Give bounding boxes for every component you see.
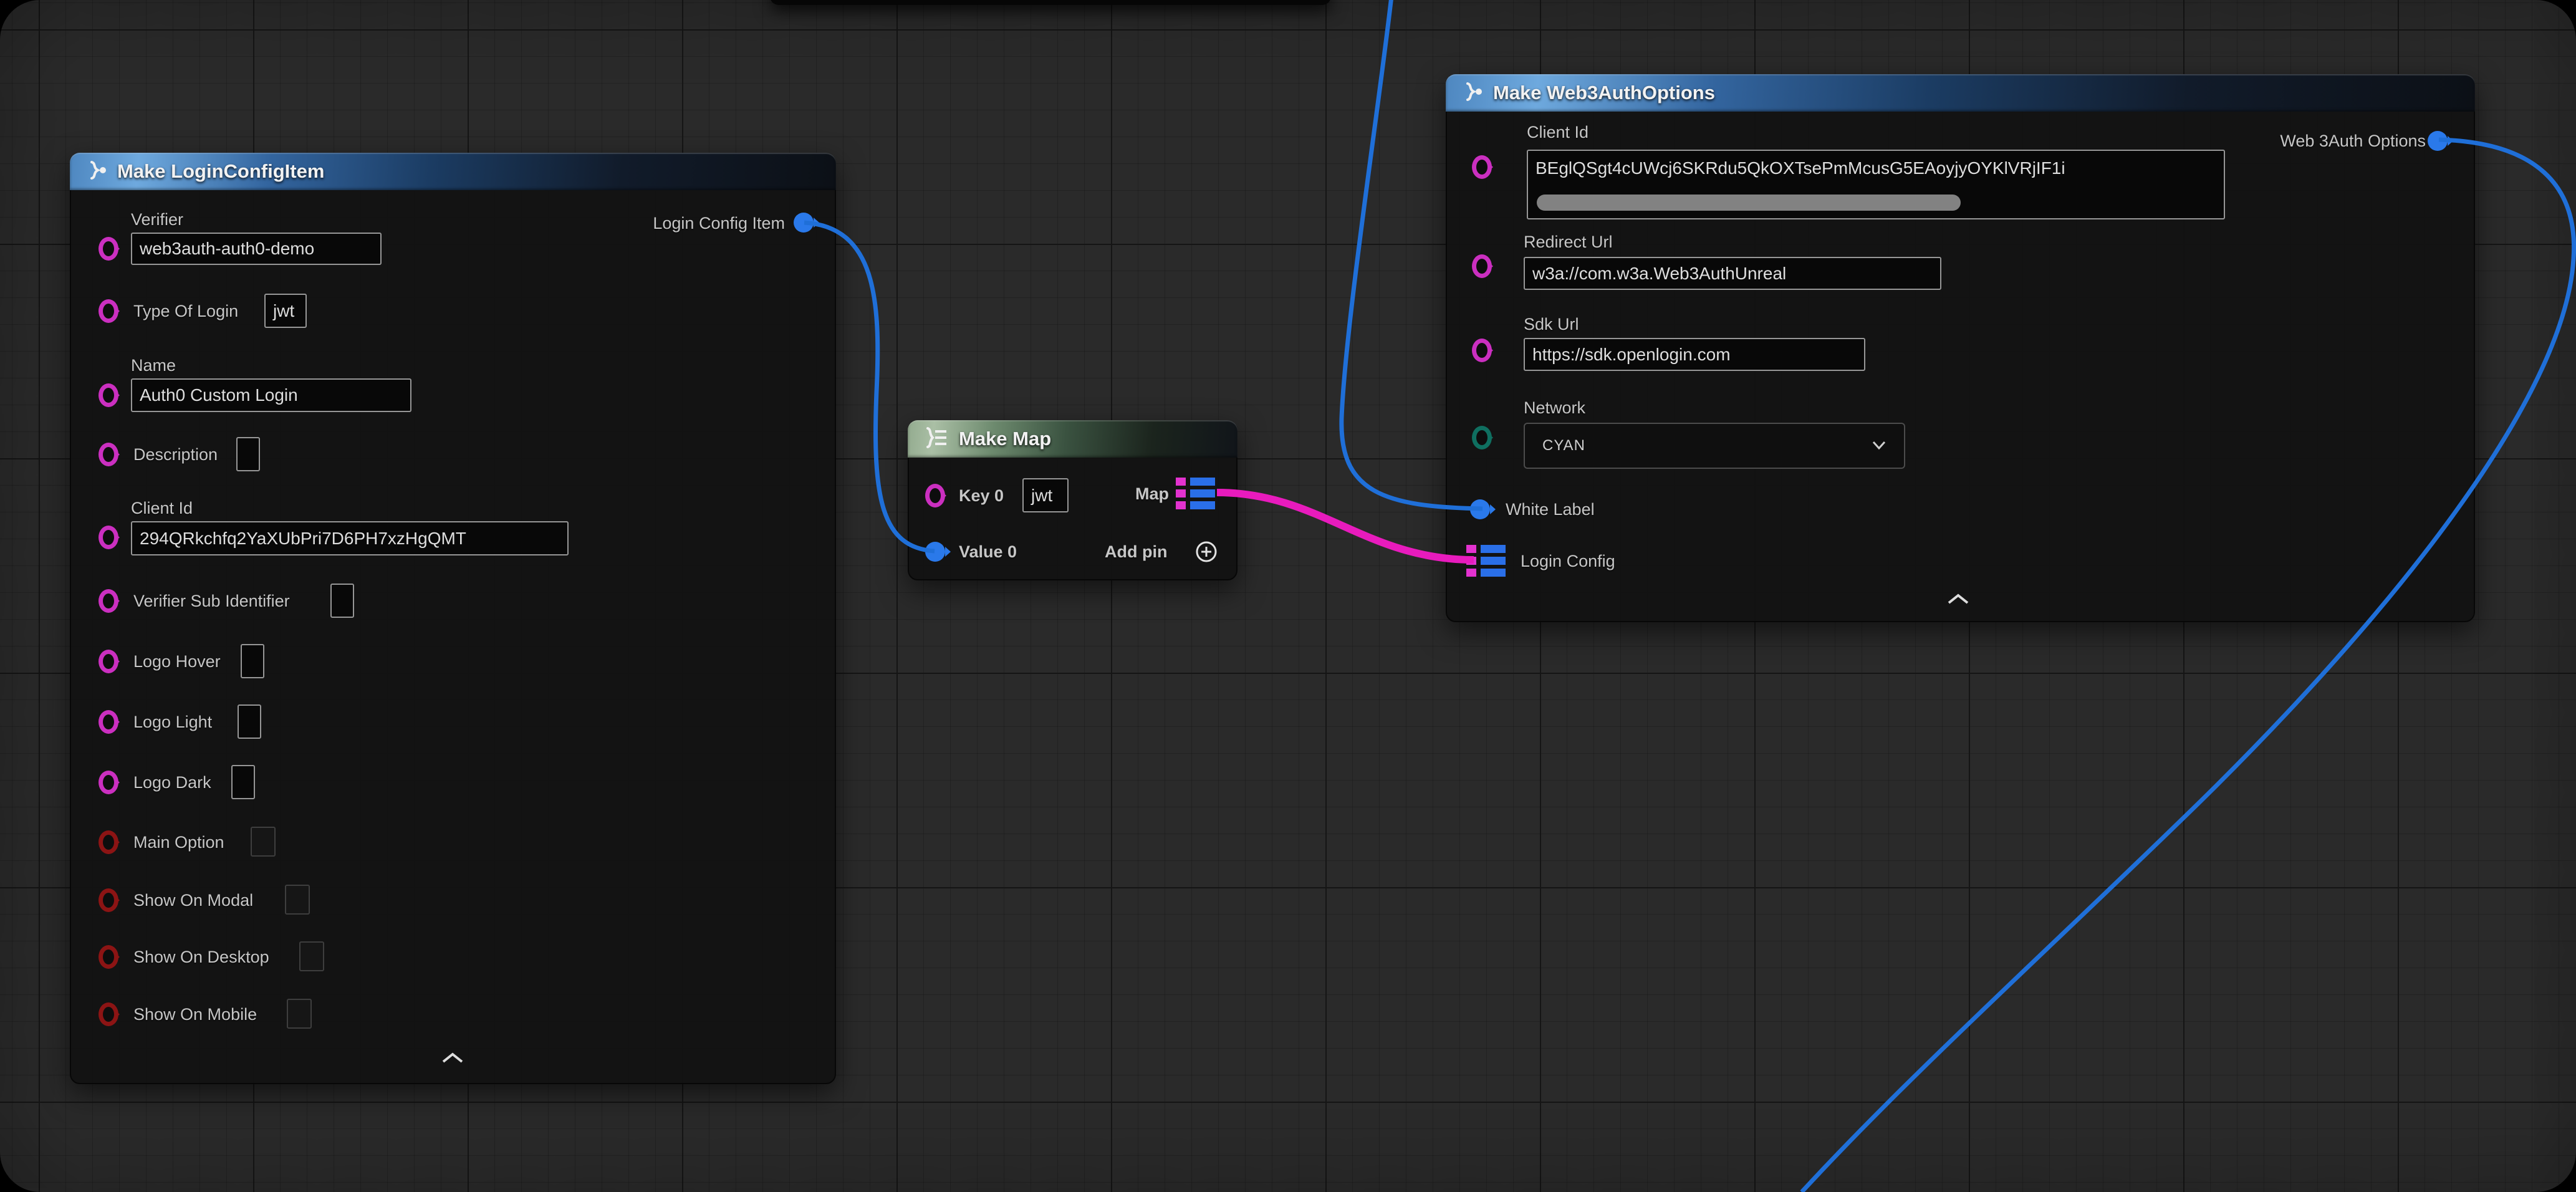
add-pin-button[interactable] [1193, 539, 1219, 568]
verifier-sub-identifier-input[interactable] [330, 584, 354, 618]
pin-network[interactable] [1472, 426, 1492, 449]
pin-label-main-option: Main Option [133, 830, 224, 854]
node-title: Make LoginConfigItem [117, 160, 324, 183]
pin-label-web3auth-options: Web 3Auth Options [2280, 129, 2426, 153]
chevron-down-icon [1872, 437, 1886, 454]
pin-label-name: Name [131, 353, 176, 377]
show-on-modal-checkbox[interactable] [285, 885, 310, 915]
pin-sdk-url[interactable] [1472, 339, 1492, 362]
pin-value-0[interactable] [925, 542, 945, 562]
pin-logo-light[interactable] [99, 710, 118, 734]
network-dropdown[interactable]: CYAN [1524, 423, 1905, 469]
name-input[interactable]: Auth0 Custom Login [131, 378, 411, 412]
make-struct-icon [1459, 80, 1483, 107]
logo-dark-input[interactable] [231, 765, 255, 799]
description-input[interactable] [236, 437, 260, 471]
key-0-input[interactable]: jwt [1022, 478, 1069, 512]
pin-label-logo-hover: Logo Hover [133, 650, 221, 673]
pin-map-output[interactable] [1176, 478, 1215, 509]
pin-label-logo-light: Logo Light [133, 710, 212, 734]
wire-map-to-loginconfig[interactable] [1217, 493, 1474, 560]
client-id-value: BEglQSgt4cUWcj6SKRdu5QkOXTsePmMcusG5EAoy… [1536, 158, 2065, 178]
client-id-scrollbar[interactable] [1537, 195, 1961, 211]
pin-redirect-url[interactable] [1472, 254, 1492, 278]
node-make-map[interactable]: Make Map Key 0 jwt Map Value 0 Add pin [908, 420, 1238, 580]
pin-logo-hover[interactable] [99, 650, 118, 673]
pin-verifier[interactable] [99, 237, 118, 261]
pin-label-login-config-item: Login Config Item [653, 211, 785, 235]
make-map-icon [921, 426, 949, 452]
pin-verifier-sub-identifier[interactable] [99, 589, 118, 613]
logo-hover-input[interactable] [241, 644, 264, 678]
sdk-url-input[interactable]: https://sdk.openlogin.com [1524, 338, 1865, 371]
collapse-node-chevron[interactable] [1946, 593, 1971, 608]
pin-label-value-0: Value 0 [959, 540, 1017, 564]
node-title: Make Map [959, 428, 1051, 450]
node-make-web3authoptions[interactable]: Make Web3AuthOptions Web 3Auth Options C… [1446, 74, 2475, 622]
blueprint-graph-canvas[interactable]: Make LoginConfigItem Login Config Item V… [0, 0, 2576, 1192]
client-id-input[interactable]: BEglQSgt4cUWcj6SKRdu5QkOXTsePmMcusG5EAoy… [1527, 150, 2225, 219]
pin-type-of-login[interactable] [99, 299, 118, 323]
redirect-url-input[interactable]: w3a://com.w3a.Web3AuthUnreal [1524, 257, 1941, 290]
pin-label-map-output: Map [1135, 482, 1169, 506]
node-header-make-loginconfigitem[interactable]: Make LoginConfigItem [70, 153, 836, 190]
node-header-make-web3authoptions[interactable]: Make Web3AuthOptions [1446, 74, 2475, 112]
node-title: Make Web3AuthOptions [1493, 82, 1715, 104]
pin-label-verifier: Verifier [131, 208, 183, 231]
pin-description[interactable] [99, 443, 118, 466]
pin-client-id[interactable] [1472, 155, 1492, 179]
pin-label-network: Network [1524, 396, 1585, 420]
show-on-mobile-checkbox[interactable] [287, 999, 312, 1029]
pin-login-config[interactable] [1466, 545, 1506, 577]
pin-label-white-label: White Label [1506, 497, 1595, 521]
node-header-make-map[interactable]: Make Map [908, 420, 1238, 458]
pin-client-id[interactable] [99, 526, 118, 549]
node-make-loginconfigitem[interactable]: Make LoginConfigItem Login Config Item V… [70, 153, 836, 1084]
pin-white-label[interactable] [1470, 499, 1490, 519]
pin-label-login-config: Login Config [1521, 549, 1615, 573]
logo-light-input[interactable] [238, 704, 261, 739]
offscreen-node-top-edge [770, 0, 1331, 5]
pin-label-key-0: Key 0 [959, 484, 1004, 507]
pin-logo-dark[interactable] [99, 771, 118, 794]
pin-label-client-id: Client Id [1527, 120, 1588, 144]
pin-name[interactable] [99, 383, 118, 407]
pin-show-on-desktop[interactable] [99, 945, 118, 969]
pin-key-0[interactable] [925, 484, 945, 507]
pin-label-show-on-desktop: Show On Desktop [133, 945, 269, 969]
collapse-node-chevron[interactable] [440, 1052, 465, 1067]
verifier-input[interactable]: web3auth-auth0-demo [131, 233, 382, 265]
make-struct-icon [84, 158, 107, 185]
pin-label-show-on-modal: Show On Modal [133, 888, 253, 912]
pin-output-web3auth-options[interactable] [2428, 131, 2448, 151]
type-of-login-input[interactable]: jwt [264, 294, 307, 328]
pin-label-sdk-url: Sdk Url [1524, 312, 1579, 336]
pin-label-redirect-url: Redirect Url [1524, 230, 1613, 254]
add-pin-label: Add pin [1105, 540, 1167, 564]
show-on-desktop-checkbox[interactable] [299, 941, 324, 971]
main-option-checkbox[interactable] [251, 827, 276, 857]
pin-main-option[interactable] [99, 830, 118, 854]
pin-show-on-mobile[interactable] [99, 1002, 118, 1026]
pin-label-description: Description [133, 443, 218, 466]
pin-label-verifier-sub-identifier: Verifier Sub Identifier [133, 589, 290, 613]
pin-show-on-modal[interactable] [99, 888, 118, 912]
pin-label-client-id: Client Id [131, 496, 193, 520]
pin-label-logo-dark: Logo Dark [133, 771, 211, 794]
client-id-input[interactable]: 294QRkchfq2YaXUbPri7D6PH7xzHgQMT [131, 521, 569, 555]
pin-label-type-of-login: Type Of Login [133, 299, 238, 323]
network-selected-value: CYAN [1542, 437, 1585, 454]
pin-output-login-config-item[interactable] [794, 213, 814, 233]
pin-label-show-on-mobile: Show On Mobile [133, 1002, 257, 1026]
